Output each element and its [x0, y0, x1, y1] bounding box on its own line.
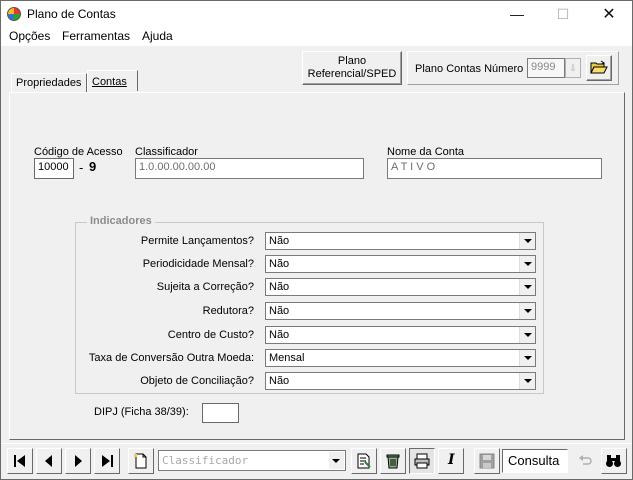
italic-button[interactable]: I — [438, 448, 464, 474]
trash-icon — [386, 454, 400, 469]
plano-numero-field[interactable]: 9999 — [527, 58, 565, 78]
indicador-select-sujeita-correcao[interactable]: Não — [265, 278, 536, 296]
classificador-search-placeholder: Classificador — [162, 454, 249, 467]
title-bar: Plano de Contas — ☐ ✕ — [1, 1, 632, 28]
search-button[interactable] — [601, 448, 627, 474]
indicador-select-permite-lancamentos[interactable]: Não — [265, 232, 536, 250]
open-folder-button[interactable] — [586, 55, 612, 81]
tab-propriedades[interactable]: Propriedades — [11, 73, 87, 92]
indicador-label-taxa-conversao: Taxa de Conversão Outra Moeda: — [88, 352, 254, 364]
print-button[interactable] — [409, 448, 435, 474]
indicador-value: Não — [269, 235, 290, 247]
main-window: Plano de Contas — ☐ ✕ Opções Ferramentas… — [0, 0, 633, 480]
codigo-acesso-field[interactable]: 10000 — [34, 158, 74, 179]
maximize-button[interactable]: ☐ — [540, 1, 586, 28]
content-area: Plano Referencial/SPED Plano Contas Núme… — [1, 46, 632, 443]
indicador-value: Não — [269, 305, 290, 317]
bottom-toolbar: Classificador I Consulta — [1, 443, 632, 479]
app-icon — [7, 7, 21, 21]
plano-ref-line1: Plano — [337, 55, 367, 67]
chevron-down-icon[interactable] — [519, 279, 535, 295]
indicadores-legend: Indicadores — [87, 215, 155, 227]
indicador-select-objeto-conciliacao[interactable]: Não — [265, 372, 536, 390]
plano-referencial-button[interactable]: Plano Referencial/SPED — [302, 51, 402, 85]
mode-indicator: Consulta — [502, 449, 568, 473]
chevron-down-icon[interactable] — [519, 373, 535, 389]
undo-icon — [579, 455, 592, 465]
plano-numero-spin-icon[interactable]: ⇩ — [565, 58, 581, 78]
indicador-label-objeto-conciliacao: Objeto de Conciliação? — [140, 375, 254, 387]
open-folder-icon — [590, 60, 608, 74]
classificador-search-select[interactable]: Classificador — [158, 450, 346, 471]
first-record-button[interactable] — [7, 448, 33, 474]
codigo-digit: 9 — [89, 159, 97, 174]
indicador-label-sujeita-correcao: Sujeita a Correção? — [156, 281, 254, 293]
chevron-down-icon[interactable] — [519, 256, 535, 272]
menu-bar: Opções Ferramentas Ajuda — [1, 28, 632, 46]
binoculars-icon — [606, 455, 621, 467]
codigo-acesso-label: Código de Acesso — [34, 146, 123, 158]
filter-button[interactable] — [351, 448, 377, 474]
classificador-field[interactable]: 1.0.00.00.00.00 — [135, 158, 364, 179]
printer-icon — [414, 453, 430, 469]
new-record-button[interactable] — [128, 448, 154, 474]
minimize-button[interactable]: — — [494, 1, 540, 28]
tab-contas[interactable]: Contas — [87, 70, 138, 91]
chevron-down-icon[interactable] — [519, 350, 535, 366]
indicador-select-periodicidade[interactable]: Não — [265, 255, 536, 273]
italic-icon: I — [448, 452, 455, 468]
previous-record-button[interactable] — [36, 448, 62, 474]
indicador-label-centro-custo: Centro de Custo? — [167, 329, 254, 341]
plano-numero-label: Plano Contas Número — [415, 63, 524, 75]
close-button[interactable]: ✕ — [586, 1, 632, 28]
filter-doc-icon — [357, 453, 371, 469]
save-button[interactable] — [474, 448, 500, 474]
menu-ferramentas[interactable]: Ferramentas — [62, 29, 130, 43]
undo-button[interactable] — [572, 448, 598, 474]
indicador-value: Não — [269, 281, 290, 293]
next-record-icon — [75, 455, 82, 467]
delete-button[interactable] — [380, 448, 406, 474]
indicador-select-redutora[interactable]: Não — [265, 302, 536, 320]
indicador-value: Não — [269, 375, 290, 387]
last-record-button[interactable] — [94, 448, 120, 474]
indicador-label-periodicidade: Periodicidade Mensal? — [142, 258, 254, 270]
save-disk-icon — [479, 453, 495, 469]
indicador-value: Não — [269, 258, 290, 270]
indicador-label-permite-lancamentos: Permite Lançamentos? — [140, 235, 254, 247]
plano-numero-panel: Plano Contas Número 9999 ⇩ — [407, 51, 619, 85]
plano-ref-line2: Referencial/SPED — [307, 68, 397, 80]
codigo-dash: - — [79, 160, 84, 175]
last-record-icon — [102, 455, 113, 467]
dipj-field[interactable] — [202, 403, 239, 423]
chevron-down-icon[interactable] — [519, 233, 535, 249]
new-document-icon — [134, 453, 147, 469]
indicador-value: Mensal — [269, 352, 305, 364]
chevron-down-icon[interactable] — [329, 452, 344, 469]
nome-conta-field[interactable]: A T I V O — [387, 158, 602, 179]
indicador-select-taxa-conversao[interactable]: Mensal — [265, 349, 536, 367]
indicador-select-centro-custo[interactable]: Não — [265, 326, 536, 344]
menu-ajuda[interactable]: Ajuda — [142, 29, 173, 43]
classificador-label: Classificador — [135, 146, 198, 158]
next-record-button[interactable] — [65, 448, 91, 474]
menu-opcoes[interactable]: Opções — [9, 29, 50, 43]
dipj-label: DIPJ (Ficha 38/39): — [94, 406, 189, 418]
nome-conta-label: Nome da Conta — [387, 146, 465, 158]
indicador-label-redutora: Redutora? — [202, 305, 254, 317]
window-title: Plano de Contas — [27, 7, 116, 21]
previous-record-icon — [45, 455, 52, 467]
first-record-icon — [14, 455, 25, 467]
chevron-down-icon[interactable] — [519, 327, 535, 343]
indicador-value: Não — [269, 329, 290, 341]
chevron-down-icon[interactable] — [519, 303, 535, 319]
